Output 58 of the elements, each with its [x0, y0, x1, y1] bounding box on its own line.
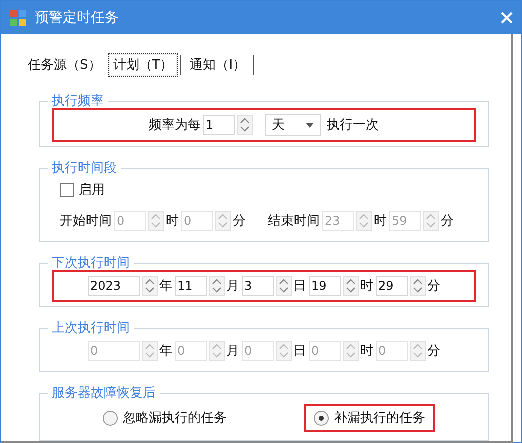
spin-arrows-icon[interactable]: [410, 276, 426, 296]
tab[interactable]: 任务源（S）: [23, 53, 106, 77]
window-title: 预警定时任务: [35, 8, 120, 26]
app-grid-icon: [9, 8, 27, 26]
field-label: 时: [360, 343, 374, 360]
tab[interactable]: 计划（T）: [108, 53, 178, 77]
number-field[interactable]: 29: [376, 276, 408, 296]
field-label: 执行一次: [327, 117, 379, 134]
spin-arrows-icon[interactable]: [342, 276, 358, 296]
unit-dropdown[interactable]: 天: [265, 114, 321, 136]
group-title: 执行频率: [51, 93, 105, 110]
field-label: 时: [374, 213, 387, 230]
number-field[interactable]: 2023: [88, 276, 140, 296]
group-title: 服务器故障恢复后: [51, 385, 157, 402]
field-label: 分: [428, 343, 440, 360]
field-label: 频率为每: [149, 117, 201, 134]
checkbox[interactable]: [60, 183, 74, 197]
number-field[interactable]: 3: [242, 276, 274, 296]
radio-button[interactable]: [314, 410, 330, 426]
spin-arrows-icon[interactable]: [208, 341, 224, 361]
field-label: 分: [441, 213, 454, 230]
spin-arrows-icon[interactable]: [237, 115, 253, 135]
group-title: 下次执行时间: [51, 255, 131, 272]
spin-arrows-icon[interactable]: [276, 341, 292, 361]
spin-arrows-icon[interactable]: [423, 211, 439, 231]
field-label: 月: [226, 278, 240, 295]
checkbox-label: 启用: [79, 182, 105, 199]
tab[interactable]: 通知（I）: [185, 53, 252, 77]
spin-arrows-icon[interactable]: [342, 341, 358, 361]
field-label: 开始时间: [60, 213, 112, 230]
spin-arrows-icon[interactable]: [356, 211, 372, 231]
field-label: 日: [294, 343, 306, 360]
spin-arrows-icon[interactable]: [142, 276, 158, 296]
field-label: 结束时间: [268, 213, 320, 230]
field-label: 年: [160, 278, 172, 295]
field-label: 时: [360, 278, 374, 295]
radio-label: 忽略漏执行的任务: [122, 410, 227, 427]
close-icon[interactable]: [501, 12, 513, 24]
spin-arrows-icon[interactable]: [208, 276, 224, 296]
spin-arrows-icon[interactable]: [276, 276, 292, 296]
number-field[interactable]: 19: [308, 276, 340, 296]
number-field[interactable]: 11: [174, 276, 206, 296]
field-label: 分: [428, 278, 440, 295]
field-label: 分: [233, 213, 246, 230]
spin-arrows-icon[interactable]: [215, 211, 231, 231]
radio-button[interactable]: [102, 410, 118, 426]
caret-icon: [306, 122, 314, 128]
group-title: 执行时间段: [51, 160, 118, 177]
radio-label: 补漏执行的任务: [334, 410, 426, 427]
field-label: 日: [294, 278, 306, 295]
group-title: 上次执行时间: [51, 320, 131, 337]
spin-arrows-icon[interactable]: [148, 211, 164, 231]
field-label: 月: [226, 343, 240, 360]
spin-arrows-icon[interactable]: [142, 341, 158, 361]
spin-arrows-icon[interactable]: [410, 341, 426, 361]
number-field[interactable]: 1: [203, 115, 235, 135]
field-label: 年: [160, 343, 172, 360]
field-label: 时: [166, 213, 179, 230]
